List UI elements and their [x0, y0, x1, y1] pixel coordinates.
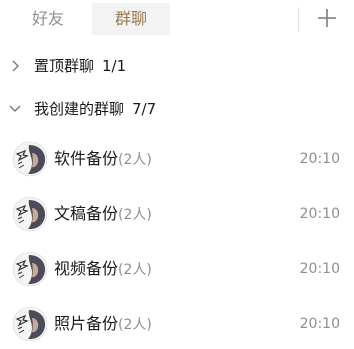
group-time: 20:10	[299, 206, 340, 222]
section-count: 1/1	[102, 57, 127, 75]
section-count: 7/7	[132, 100, 157, 118]
member-count: (2人)	[118, 262, 152, 278]
group-time: 20:10	[299, 151, 340, 167]
group-avatar-icon	[12, 251, 48, 287]
section-pinned-groups[interactable]: 置顶群聊 1/1	[0, 51, 354, 81]
divider	[298, 7, 299, 31]
group-list-item[interactable]: 视频备份(2人) 20:10	[0, 244, 354, 294]
group-name: 视频备份(2人)	[54, 259, 152, 278]
tab-friends[interactable]: 好友	[22, 3, 74, 35]
group-avatar-icon	[12, 196, 48, 232]
section-title: 置顶群聊 1/1	[34, 57, 127, 75]
section-title: 我创建的群聊 7/7	[34, 100, 157, 118]
top-bar: 好友 群聊	[0, 0, 354, 38]
group-avatar-icon	[12, 141, 48, 177]
group-name: 照片备份(2人)	[54, 314, 152, 333]
group-name: 文稿备份(2人)	[54, 204, 152, 223]
section-created-groups[interactable]: 我创建的群聊 7/7	[0, 94, 354, 124]
group-list-item[interactable]: 软件备份(2人) 20:10	[0, 134, 354, 184]
group-list-item[interactable]: 文稿备份(2人) 20:10	[0, 189, 354, 239]
group-avatar-icon	[12, 306, 48, 342]
group-time: 20:10	[299, 261, 340, 277]
group-list-item[interactable]: 照片备份(2人) 20:10	[0, 299, 354, 349]
member-count: (2人)	[118, 152, 152, 168]
member-count: (2人)	[118, 207, 152, 223]
chevron-down-icon	[8, 102, 24, 116]
group-name: 软件备份(2人)	[54, 149, 152, 168]
chevron-right-icon	[8, 59, 24, 73]
group-time: 20:10	[299, 316, 340, 332]
tab-groups[interactable]: 群聊	[92, 3, 170, 35]
plus-icon[interactable]	[315, 6, 339, 30]
member-count: (2人)	[118, 317, 152, 333]
